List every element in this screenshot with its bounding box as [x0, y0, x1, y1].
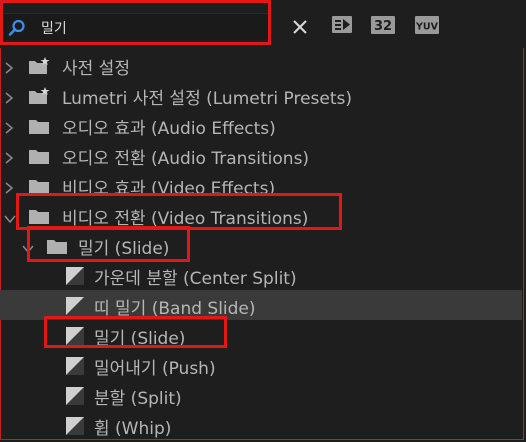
search-input[interactable]: 밀기 [41, 18, 67, 38]
tree-item-split[interactable]: 분할 (Split) [0, 380, 522, 410]
transition-effect-icon [66, 267, 84, 285]
tree-item-band-slide[interactable]: 띠 밀기 (Band Slide) [0, 290, 522, 320]
chevron-right-icon[interactable] [4, 59, 14, 74]
transition-effect-icon [66, 357, 84, 375]
tree-item-label: 비디오 전환 (Video Transitions) [62, 209, 309, 229]
chevron-right-icon[interactable] [4, 89, 14, 104]
tree-item-label: 분할 (Split) [94, 389, 182, 409]
tree-item-slide-folder[interactable]: 밀기 (Slide) [0, 230, 522, 260]
folder-icon [28, 147, 50, 165]
folder-icon [28, 177, 50, 195]
32-bit-label: 32 [374, 19, 392, 34]
folder-icon [28, 207, 50, 225]
tree-item-label: 오디오 전환 (Audio Transitions) [62, 149, 310, 169]
clear-search-icon[interactable] [289, 16, 311, 38]
tree-item-presets[interactable]: 사전 설정 [0, 50, 522, 80]
tree-item-label: 휩 (Whip) [94, 419, 172, 439]
accelerated-effects-icon[interactable] [329, 13, 355, 37]
tree-item-label: 밀기 (Slide) [78, 239, 170, 259]
tree-item-whip[interactable]: 휩 (Whip) [0, 410, 522, 440]
tree-item-label: 띠 밀기 (Band Slide) [94, 299, 256, 319]
search-field[interactable]: 밀기 [3, 13, 271, 40]
tree-item-audio-transitions[interactable]: 오디오 전환 (Audio Transitions) [0, 140, 522, 170]
tree-item-video-transitions[interactable]: 비디오 전환 (Video Transitions) [0, 200, 522, 230]
tree-item-label: 밀기 (Slide) [94, 329, 186, 349]
search-icon [8, 19, 26, 37]
chevron-right-icon[interactable] [4, 149, 14, 164]
tree-item-video-effects[interactable]: 비디오 효과 (Video Effects) [0, 170, 522, 200]
transition-effect-icon [66, 417, 84, 435]
tree-item-label: 비디오 효과 (Video Effects) [62, 179, 276, 199]
32-bit-color-icon[interactable]: 32 [370, 13, 396, 37]
tree-item-label: 밀어내기 (Push) [94, 359, 216, 379]
folder-icon [46, 237, 68, 255]
tree-item-lumetri-presets[interactable]: Lumetri 사전 설정 (Lumetri Presets) [0, 80, 522, 110]
tree-item-label: 오디오 효과 (Audio Effects) [62, 119, 276, 139]
tree-item-label: Lumetri 사전 설정 (Lumetri Presets) [62, 89, 352, 109]
chevron-down-icon[interactable] [22, 239, 34, 254]
chevron-down-icon[interactable] [4, 209, 16, 224]
tree-item-audio-effects[interactable]: 오디오 효과 (Audio Effects) [0, 110, 522, 140]
transition-effect-icon [66, 327, 84, 345]
yuv-icon[interactable]: YUV [414, 13, 440, 37]
folder-star-icon [28, 57, 50, 75]
effects-toolbar: 밀기 32 YUV [0, 0, 526, 48]
folder-icon [28, 117, 50, 135]
yuv-label: YUV [415, 22, 439, 33]
chevron-right-icon[interactable] [4, 119, 14, 134]
transition-effect-icon [66, 297, 84, 315]
tree-item-slide[interactable]: 밀기 (Slide) [0, 320, 522, 350]
tree-item-push[interactable]: 밀어내기 (Push) [0, 350, 522, 380]
tree-item-center-split[interactable]: 가운데 분할 (Center Split) [0, 260, 522, 290]
transition-effect-icon [66, 387, 84, 405]
folder-star-icon [28, 87, 50, 105]
chevron-right-icon[interactable] [4, 179, 14, 194]
tree-item-label: 사전 설정 [62, 59, 130, 79]
tree-item-label: 가운데 분할 (Center Split) [94, 269, 297, 289]
